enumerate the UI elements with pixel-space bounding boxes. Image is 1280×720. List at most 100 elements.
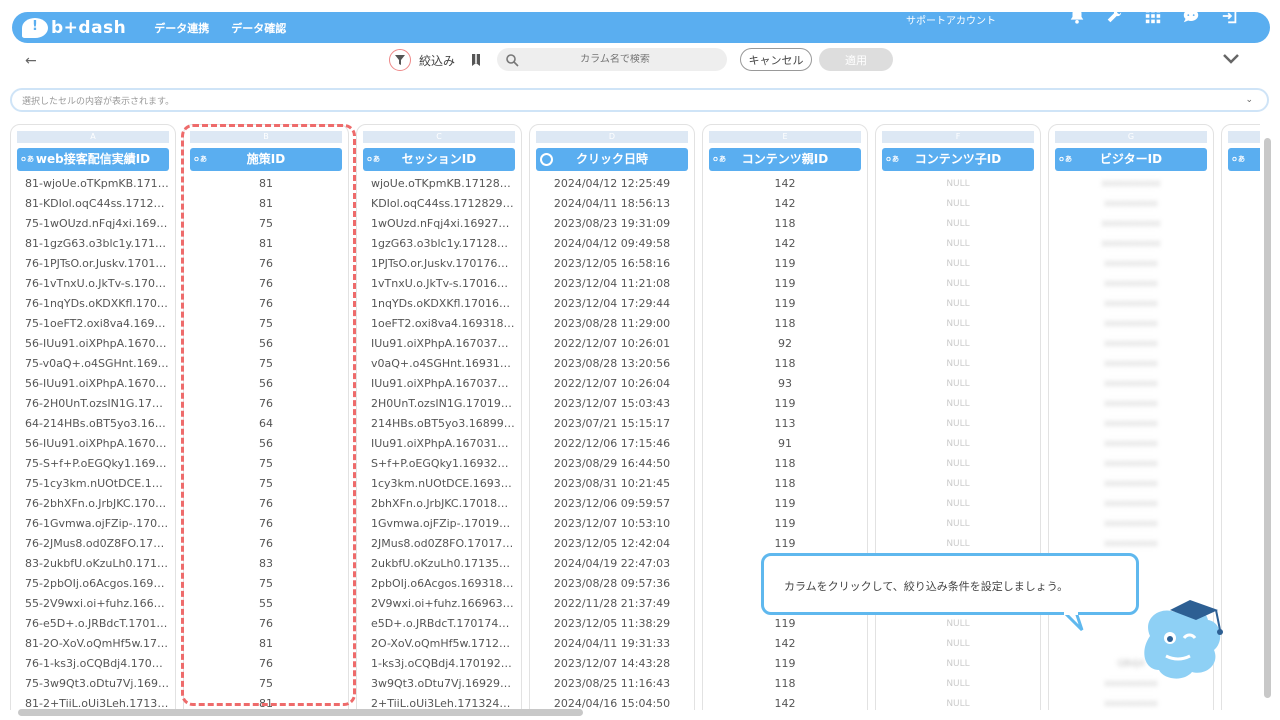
table-cell[interactable]: 76-2JMus8.od0Z8FO.17017... xyxy=(17,534,169,554)
table-cell[interactable]: 56 xyxy=(190,374,342,394)
table-cell[interactable]: NULL xyxy=(882,514,1034,534)
app-logo[interactable]: b+dash xyxy=(22,17,126,38)
table-cell[interactable]: 142 xyxy=(709,234,861,254)
table-cell[interactable]: NULL xyxy=(882,374,1034,394)
table-cell[interactable]: 2022/12/07 10:26:01 xyxy=(536,334,688,354)
table-cell[interactable]: 2023/12/05 11:38:29 xyxy=(536,614,688,634)
table-cell[interactable]: KDIol.oqC44ss.17128293543... xyxy=(363,194,515,214)
column-letter[interactable]: G xyxy=(1055,131,1207,143)
table-cell[interactable]: 2023/12/06 09:59:57 xyxy=(536,494,688,514)
table-cell[interactable]: xxxxxxxxxx xyxy=(1055,414,1207,434)
table-cell[interactable]: 2023/12/07 15:03:43 xyxy=(536,394,688,414)
table-cell[interactable]: 76-1vTnxU.o.JkTv-s.1701656... xyxy=(17,274,169,294)
table-cell[interactable]: 75 xyxy=(190,674,342,694)
table-cell[interactable]: 119 xyxy=(709,614,861,634)
table-cell[interactable]: 118 xyxy=(709,674,861,694)
table-cell[interactable]: 3w9Qt3.oDtu7Vj.169292978... xyxy=(363,674,515,694)
table-cell[interactable]: IUu91.oiXPhpA.1670373588... xyxy=(363,374,515,394)
table-cell[interactable]: 81-1gzG63.o3blc1y.171288... xyxy=(17,234,169,254)
column-header[interactable]: ｏあ 施策ID xyxy=(190,148,342,171)
table-cell[interactable]: xxxxxxxxxx xyxy=(1055,494,1207,514)
bookmark-icon[interactable] xyxy=(470,53,482,67)
nav-data-check[interactable]: データ確認 xyxy=(231,20,286,36)
table-cell[interactable]: 76 xyxy=(190,614,342,634)
table-cell[interactable]: 119 xyxy=(709,494,861,514)
table-cell[interactable]: S+f+P.oEGQky1.169329508... xyxy=(363,454,515,474)
table-cell[interactable]: 76 xyxy=(190,254,342,274)
table-cell[interactable]: NULL xyxy=(882,494,1034,514)
column-letter[interactable] xyxy=(1228,131,1260,143)
table-cell[interactable]: 76 xyxy=(190,274,342,294)
table-cell[interactable]: 75 xyxy=(190,474,342,494)
chat-icon[interactable] xyxy=(1181,6,1201,26)
table-cell[interactable]: 2024/04/19 22:47:03 xyxy=(536,554,688,574)
table-cell[interactable]: 76 xyxy=(190,654,342,674)
table-cell[interactable]: 214HBs.oBT5yo3.168992008... xyxy=(363,414,515,434)
table-cell[interactable]: 56 xyxy=(190,334,342,354)
column-letter[interactable]: E xyxy=(709,131,861,143)
table-cell[interactable]: 75 xyxy=(190,214,342,234)
table-cell[interactable]: xxxxxxxxxx xyxy=(1055,394,1207,414)
table-cell[interactable]: 118 xyxy=(709,314,861,334)
table-cell[interactable]: 119 xyxy=(709,254,861,274)
table-cell[interactable]: NULL xyxy=(882,294,1034,314)
table-cell[interactable]: NULL xyxy=(882,254,1034,274)
table-cell[interactable]: 2O-XoV.oQmHf5w.171283141... xyxy=(363,634,515,654)
table-cell[interactable]: 2022/11/28 21:37:49 xyxy=(536,594,688,614)
table-cell[interactable]: 118 xyxy=(709,454,861,474)
grid-icon[interactable] xyxy=(1143,6,1163,26)
table-cell[interactable]: 2023/12/07 14:43:28 xyxy=(536,654,688,674)
table-cell[interactable]: NULL xyxy=(882,634,1034,654)
table-cell[interactable]: 75-S+f+P.oEGQky1.1693295... xyxy=(17,454,169,474)
table-cell[interactable]: NULL xyxy=(882,454,1034,474)
table-cell[interactable]: 1PJTsO.or.Juskv.1701762990... xyxy=(363,254,515,274)
table-cell[interactable]: 1wOUzd.nFqj4xi.169278666... xyxy=(363,214,515,234)
table-cell[interactable]: 2024/04/12 09:49:58 xyxy=(536,234,688,254)
chevron-down-icon[interactable]: ⌄ xyxy=(1245,95,1253,105)
table-cell[interactable]: 93 xyxy=(709,374,861,394)
table-cell[interactable]: 75 xyxy=(190,314,342,334)
table-cell[interactable]: xxxxxxxxxx xyxy=(1055,254,1207,274)
table-cell[interactable]: NULL xyxy=(882,474,1034,494)
table-cell[interactable]: 1oeFT2.oxi8va4.169318973... xyxy=(363,314,515,334)
table-cell[interactable]: 55-2V9wxi.oi+fuhz.1669639... xyxy=(17,594,169,614)
column-letter[interactable]: B xyxy=(190,131,342,143)
table-cell[interactable]: NULL xyxy=(882,354,1034,374)
nav-data-integration[interactable]: データ連携 xyxy=(154,20,209,36)
table-cell[interactable]: NULL xyxy=(882,654,1034,674)
table-cell[interactable]: xxxxxxxxxx xyxy=(1055,454,1207,474)
table-cell[interactable]: IUu91.oiXPhpA.1670373588... xyxy=(363,334,515,354)
table-cell[interactable]: NULL xyxy=(882,534,1034,554)
table-cell[interactable]: NULL xyxy=(882,674,1034,694)
table-cell[interactable]: 76-1Gvmwa.ojFZip-.170191... xyxy=(17,514,169,534)
table-cell[interactable]: 81 xyxy=(190,194,342,214)
table-cell[interactable]: xxxxxxxxxx xyxy=(1055,374,1207,394)
table-cell[interactable]: 75-1wOUzd.nFqj4xi.169278... xyxy=(17,214,169,234)
cancel-button[interactable]: キャンセル xyxy=(740,48,812,71)
table-cell[interactable]: xxxxxxxxxxx xyxy=(1055,234,1207,254)
table-cell[interactable]: 2023/12/04 11:21:08 xyxy=(536,274,688,294)
table-cell[interactable]: 2JMus8.od0Z8FO.17017477... xyxy=(363,534,515,554)
table-cell[interactable]: 56 xyxy=(190,434,342,454)
table-cell[interactable]: 2bhXFn.o.JrbJKC.170182439... xyxy=(363,494,515,514)
table-cell[interactable]: 2024/04/12 12:25:49 xyxy=(536,174,688,194)
table-cell[interactable]: 92 xyxy=(709,334,861,354)
table-cell[interactable]: 142 xyxy=(709,174,861,194)
table-cell[interactable]: 76 xyxy=(190,534,342,554)
table-cell[interactable]: 75-1cy3km.nUOtDCE.169344... xyxy=(17,474,169,494)
table-cell[interactable]: 2023/08/28 13:20:56 xyxy=(536,354,688,374)
filter-button[interactable] xyxy=(389,49,411,71)
back-arrow-icon[interactable]: ← xyxy=(25,53,37,69)
apply-button[interactable]: 適用 xyxy=(819,48,893,71)
table-cell[interactable]: 81 xyxy=(190,234,342,254)
table-cell[interactable]: 83 xyxy=(190,554,342,574)
table-cell[interactable]: NULL xyxy=(882,314,1034,334)
table-cell[interactable]: 1-ks3j.oCQBdj4.1701927796... xyxy=(363,654,515,674)
table-cell[interactable]: xxxxxxxxxxx xyxy=(1055,174,1207,194)
table-cell[interactable]: 1Gvmwa.ojFZip-.170191396... xyxy=(363,514,515,534)
column-search-input[interactable] xyxy=(525,54,705,65)
table-cell[interactable]: NULL xyxy=(882,174,1034,194)
table-cell[interactable]: 75 xyxy=(190,574,342,594)
table-cell[interactable]: xxxxxxxxxx xyxy=(1055,474,1207,494)
table-cell[interactable]: NULL xyxy=(882,274,1034,294)
